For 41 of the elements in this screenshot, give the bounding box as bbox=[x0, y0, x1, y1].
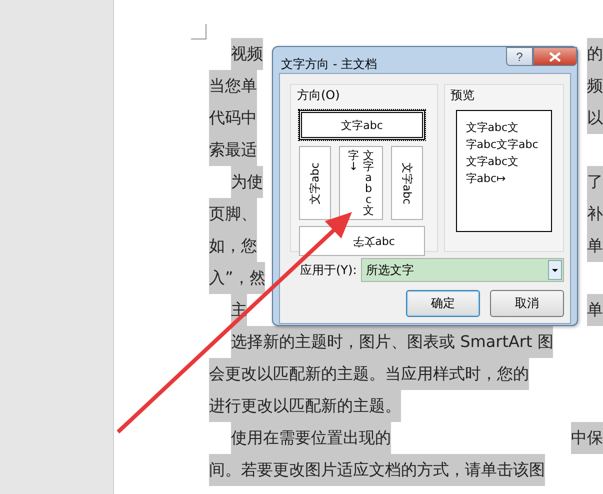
close-button[interactable] bbox=[533, 47, 577, 66]
help-button[interactable]: ? bbox=[506, 47, 533, 66]
dialog-title: 文字方向 - 主文档 bbox=[281, 56, 377, 73]
preview-text: 字abc↦ bbox=[466, 171, 507, 187]
document-text: 中保 bbox=[571, 422, 603, 454]
group-label: 方向(O) bbox=[297, 87, 341, 104]
document-text: 以 bbox=[587, 102, 603, 134]
document-text: 为使 bbox=[231, 166, 263, 198]
document-text: 代码中 bbox=[209, 102, 257, 134]
document-text: 单 bbox=[587, 294, 603, 326]
page-corner-mark bbox=[191, 24, 207, 40]
dialog-button[interactable]: 确定 bbox=[406, 290, 480, 317]
vertical-text-option[interactable]: 文字abc bbox=[391, 146, 423, 220]
stacked-text-option[interactable]: 字↓ 文字abc文 bbox=[339, 146, 383, 220]
apply-to-label: 应用于(Y): bbox=[300, 262, 357, 278]
preview-text: 字abc文字abc bbox=[466, 137, 540, 153]
document-text: 的 bbox=[587, 38, 603, 70]
horizontal-text-option[interactable]: 文字abc bbox=[299, 110, 425, 140]
close-icon bbox=[549, 52, 561, 62]
document-text: 单 bbox=[587, 230, 603, 262]
document-text: 当您单 bbox=[209, 70, 257, 102]
document-text: 进行更改以匹配新的主题。 bbox=[209, 390, 401, 422]
document-text: 视频 bbox=[231, 38, 263, 70]
document-text: 了 bbox=[587, 166, 603, 198]
document-text: 会更改以匹配新的主题。当应用样式时，您的 bbox=[209, 358, 529, 390]
document-text: 间。若要更改图片适应文档的方式，请单击该图 bbox=[209, 454, 545, 486]
dialog-button[interactable]: 取消 bbox=[490, 290, 564, 317]
document-text: 频 bbox=[587, 70, 603, 102]
document-text: 补 bbox=[587, 198, 603, 230]
vertical-text-option[interactable]: 文字abc bbox=[299, 146, 331, 220]
document-text: 如，您 bbox=[209, 230, 257, 262]
document-text: 使用在需要位置出现的 bbox=[231, 422, 391, 454]
document-text: 选择新的主题时，图片、图表或 SmartArt 图 bbox=[231, 326, 554, 358]
document-text: 索最适 bbox=[209, 134, 257, 166]
group-label: 预览 bbox=[450, 87, 475, 104]
preview-text: 文字abc文 bbox=[466, 120, 520, 136]
document-text: 页脚、 bbox=[209, 198, 257, 230]
rotated-text-option[interactable]: 文字 abc bbox=[299, 226, 425, 256]
apply-to-dropdown[interactable]: 所选文字 bbox=[360, 258, 564, 282]
preview-text: 文字abc文 bbox=[466, 154, 520, 170]
document-text: 入”，然 bbox=[209, 262, 266, 294]
